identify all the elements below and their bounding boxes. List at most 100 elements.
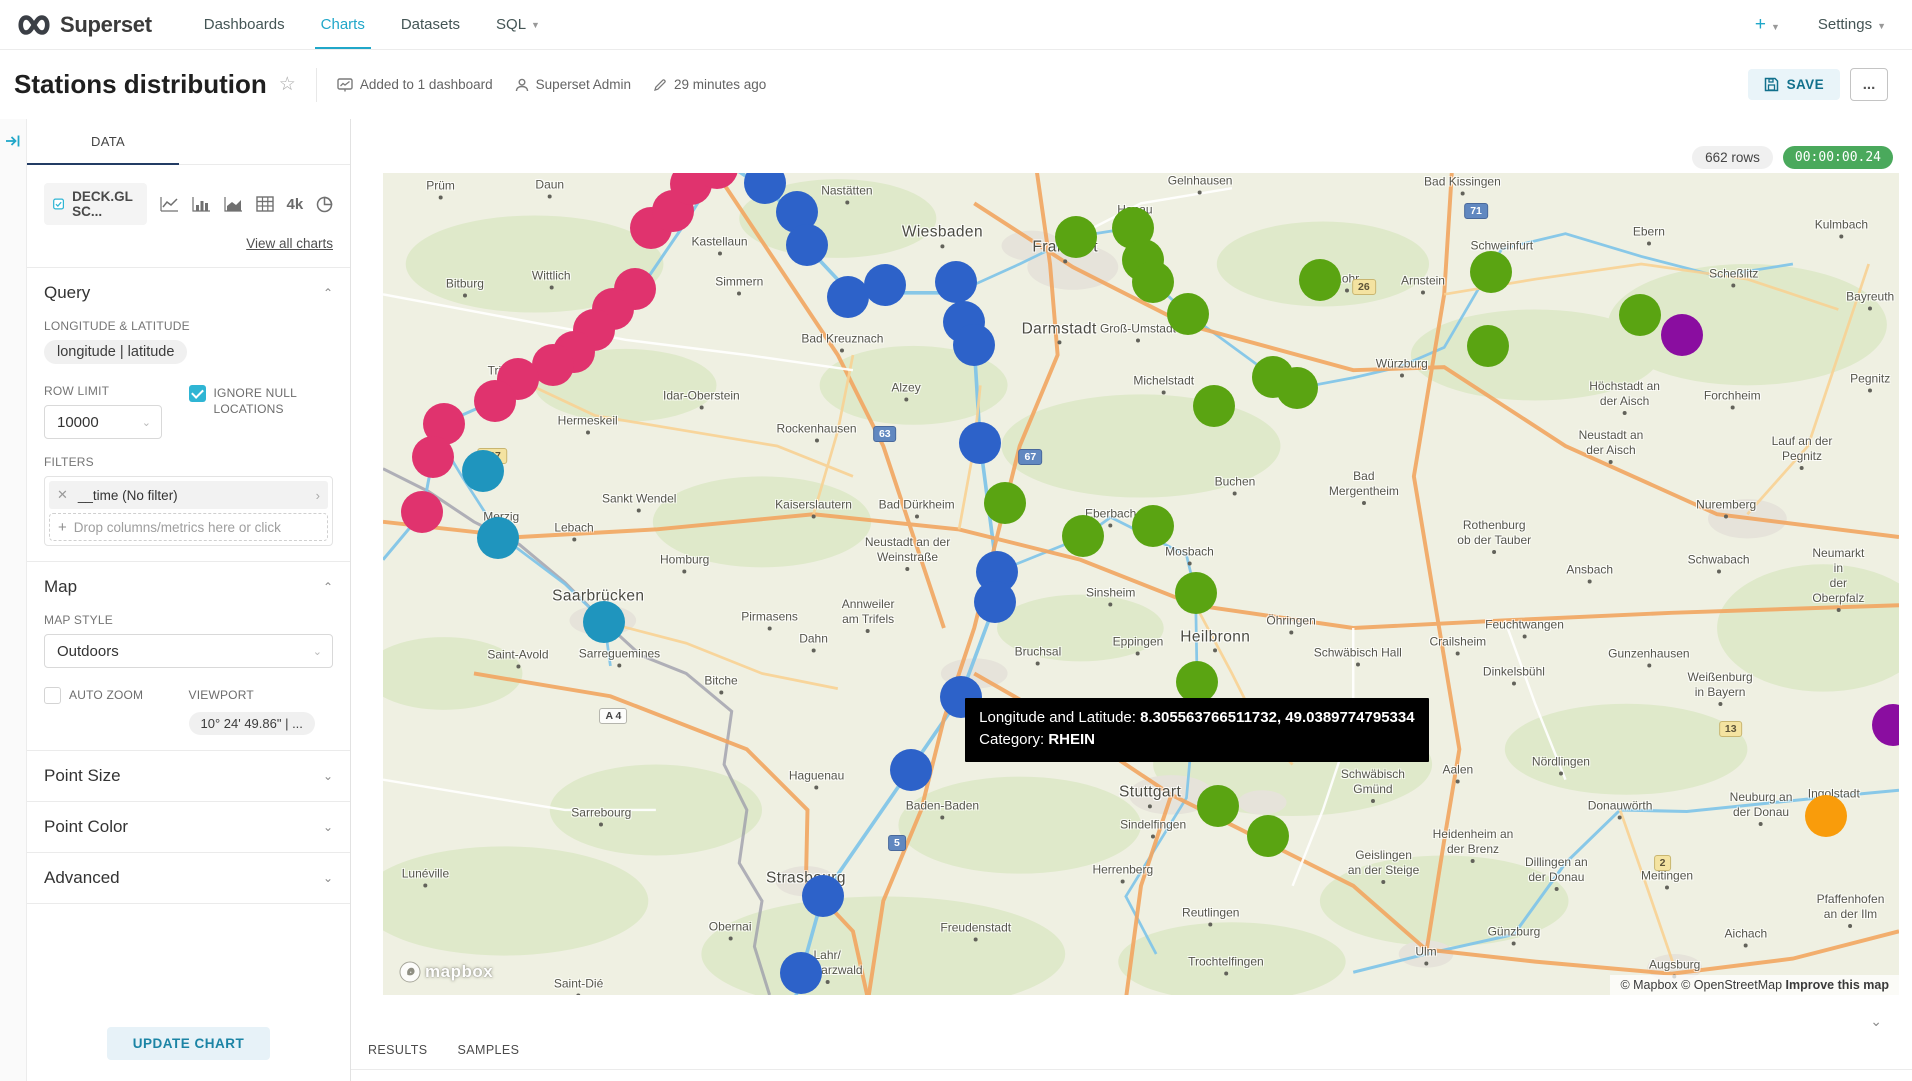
row-limit-label: ROW LIMIT	[44, 384, 189, 398]
station-point-main-neckar-stations[interactable]	[1055, 216, 1097, 258]
tab-results[interactable]: RESULTS	[368, 1043, 428, 1057]
section-header-advanced[interactable]: Advanced⌄	[44, 868, 333, 888]
superset-logo[interactable]: Superset	[16, 0, 152, 49]
station-point-rhein-stations[interactable]	[780, 952, 822, 994]
filter-item-time[interactable]: ✕ __time (No filter) ›	[49, 481, 328, 509]
mapbox-wordmark: mapbox	[425, 962, 493, 982]
update-chart-button[interactable]: UPDATE CHART	[107, 1027, 271, 1060]
pie-chart-icon[interactable]	[316, 196, 333, 213]
station-point-main-neckar-stations[interactable]	[1467, 325, 1509, 367]
station-point-mosel-stations[interactable]	[412, 436, 454, 478]
station-point-main-neckar-stations[interactable]	[984, 482, 1026, 524]
station-point-saar-stations[interactable]	[477, 517, 519, 559]
station-point-main-neckar-stations[interactable]	[1470, 251, 1512, 293]
checked-box-icon	[53, 196, 64, 212]
station-point-main-neckar-stations[interactable]	[1062, 515, 1104, 557]
viz-4k-option[interactable]: 4k	[287, 196, 304, 213]
mapbox-logo-icon	[399, 961, 421, 983]
station-point-main-neckar-stations[interactable]	[1197, 785, 1239, 827]
nav-item-sql[interactable]: SQL▼	[478, 0, 558, 49]
view-all-charts-link[interactable]: View all charts	[246, 236, 333, 251]
chart-header: Stations distribution ☆ Added to 1 dashb…	[0, 50, 1912, 119]
save-button[interactable]: SAVE	[1748, 69, 1840, 100]
row-limit-select[interactable]: 10000⌄	[44, 405, 162, 439]
map-tooltip: Longitude and Latitude: 8.30556376651173…	[965, 698, 1428, 762]
ignore-null-checkbox[interactable]: IGNORE NULL LOCATIONS	[189, 384, 334, 417]
station-point-main-neckar-stations[interactable]	[1132, 505, 1174, 547]
station-point-main-neckar-stations[interactable]	[1167, 293, 1209, 335]
station-point-main-neckar-stations[interactable]	[1299, 259, 1341, 301]
settings-menu[interactable]: Settings▼	[1818, 16, 1886, 33]
collapse-panel-icon[interactable]	[5, 133, 21, 149]
nav-item-charts[interactable]: Charts	[303, 0, 383, 49]
mapbox-logo[interactable]: mapbox	[399, 961, 493, 983]
bar-chart-icon[interactable]	[192, 196, 211, 212]
line-chart-icon[interactable]	[160, 196, 179, 212]
more-actions-button[interactable]: ...	[1850, 68, 1888, 101]
chevron-up-icon: ⌃	[323, 580, 333, 594]
add-filter-dropzone[interactable]: + Drop columns/metrics here or click	[49, 513, 328, 541]
station-point-rhein-stations[interactable]	[890, 749, 932, 791]
checkbox-unchecked-icon	[44, 687, 61, 704]
station-point-rhein-stations[interactable]	[935, 261, 977, 303]
auto-zoom-checkbox[interactable]: AUTO ZOOM	[44, 686, 189, 704]
panel-collapse-strip	[0, 119, 27, 1081]
station-point-donau-stations[interactable]	[1805, 795, 1847, 837]
station-point-mosel-stations[interactable]	[401, 491, 443, 533]
page-title: Stations distribution	[14, 69, 267, 100]
query-timer-badge[interactable]: 00:00:00.24	[1783, 146, 1893, 169]
navbar: Superset DashboardsChartsDatasetsSQL▼ +▼…	[0, 0, 1912, 50]
owner-badge[interactable]: Superset Admin	[515, 77, 631, 92]
station-point-main-neckar-stations[interactable]	[1276, 367, 1318, 409]
tab-samples[interactable]: SAMPLES	[458, 1043, 520, 1057]
chart-canvas-area: 662 rows 00:00:00.24	[351, 119, 1912, 1081]
station-point-rhein-stations[interactable]	[802, 875, 844, 917]
section-header-point-color[interactable]: Point Color⌄	[44, 817, 333, 837]
dashboard-icon	[337, 78, 353, 92]
table-icon[interactable]	[256, 196, 274, 212]
station-point-rhein-stations[interactable]	[953, 324, 995, 366]
station-point-rhein-stations[interactable]	[786, 224, 828, 266]
chevron-up-icon: ⌃	[323, 286, 333, 300]
nav-item-dashboards[interactable]: Dashboards	[186, 0, 303, 49]
map-section-header[interactable]: Map ⌃	[44, 577, 333, 597]
lonlat-chip[interactable]: longitude | latitude	[44, 340, 187, 364]
viz-type-chip[interactable]: DECK.GL SC...	[44, 183, 147, 225]
station-point-purple-stations[interactable]	[1661, 314, 1703, 356]
station-point-saar-stations[interactable]	[583, 601, 625, 643]
new-item-button[interactable]: +▼	[1755, 14, 1780, 36]
station-point-mosel-stations[interactable]	[474, 380, 516, 422]
remove-filter-icon[interactable]: ✕	[57, 487, 68, 503]
dashboard-count-badge[interactable]: Added to 1 dashboard	[337, 77, 493, 92]
section-header-point-size[interactable]: Point Size⌄	[44, 766, 333, 786]
station-point-saar-stations[interactable]	[462, 450, 504, 492]
station-point-main-neckar-stations[interactable]	[1176, 661, 1218, 703]
station-point-rhein-stations[interactable]	[959, 422, 1001, 464]
station-point-main-neckar-stations[interactable]	[1193, 385, 1235, 427]
last-modified-badge[interactable]: 29 minutes ago	[653, 77, 766, 92]
collapse-results-icon[interactable]: ⌄	[1870, 1013, 1882, 1030]
chevron-down-icon: ⌄	[142, 416, 151, 429]
favorite-star-icon[interactable]: ☆	[279, 73, 296, 96]
map-canvas[interactable]: PrümDaunNastättenGelnhausenBad Kissingen…	[383, 173, 1899, 995]
station-point-main-neckar-stations[interactable]	[1619, 294, 1661, 336]
plus-icon: +	[58, 519, 67, 536]
improve-map-link[interactable]: Improve this map	[1786, 978, 1890, 992]
main-nav: DashboardsChartsDatasetsSQL▼	[186, 0, 558, 49]
brand-name: Superset	[60, 12, 152, 38]
station-point-rhein-stations[interactable]	[974, 581, 1016, 623]
attribution-osm-link[interactable]: © OpenStreetMap	[1681, 978, 1785, 992]
map-style-select[interactable]: Outdoors⌄	[44, 634, 333, 668]
nav-item-datasets[interactable]: Datasets	[383, 0, 478, 49]
tab-data[interactable]: DATA	[27, 134, 125, 149]
station-point-rhein-stations[interactable]	[864, 264, 906, 306]
viewport-chip[interactable]: 10° 24' 49.86" | ...	[189, 712, 315, 735]
query-section-header[interactable]: Query ⌃	[44, 283, 333, 303]
station-point-main-neckar-stations[interactable]	[1247, 815, 1289, 857]
chevron-down-icon: ⌄	[323, 820, 333, 834]
area-chart-icon[interactable]	[224, 196, 243, 212]
attribution-mapbox-link[interactable]: © Mapbox	[1620, 978, 1681, 992]
station-point-main-neckar-stations[interactable]	[1175, 572, 1217, 614]
station-point-main-neckar-stations[interactable]	[1132, 261, 1174, 303]
results-panel: ⌄ RESULTSSAMPLES	[351, 1017, 1912, 1070]
